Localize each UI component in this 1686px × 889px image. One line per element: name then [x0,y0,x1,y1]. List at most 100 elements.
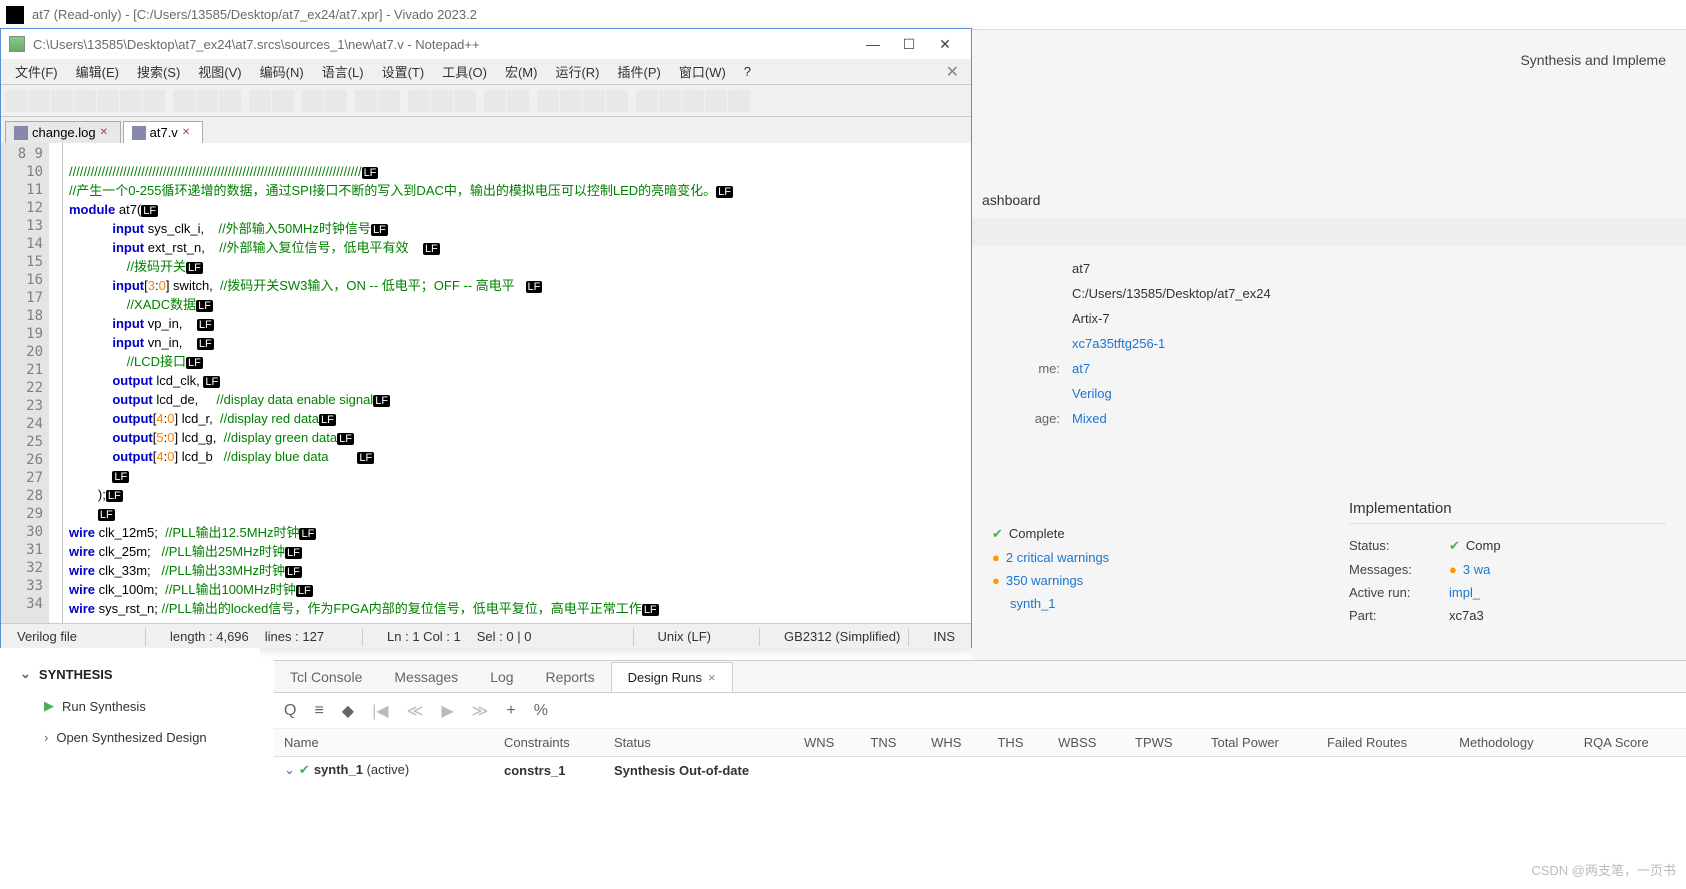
menu-window[interactable]: 窗口(W) [671,60,734,83]
target-lang[interactable]: Verilog [1072,386,1112,401]
menu-help[interactable]: ? [736,62,759,81]
record-icon[interactable] [636,90,658,112]
code-area[interactable]: ////////////////////////////////////////… [49,143,971,623]
check-icon: ✔ [1449,538,1460,554]
col-rqa[interactable]: RQA Score [1574,729,1686,757]
dashboard-label: ashboard [972,188,1686,212]
zoomin-icon[interactable] [355,90,377,112]
find-icon[interactable] [302,90,324,112]
menu-run[interactable]: 运行(R) [547,60,607,83]
search-icon[interactable]: Q [284,702,296,720]
minimize-button[interactable]: — [855,32,891,56]
table-row[interactable]: ⌄✔synth_1 (active) constrs_1 Synthesis O… [274,757,1686,784]
first-icon[interactable]: |◀ [372,701,388,721]
save-icon[interactable] [51,90,73,112]
impl-msg[interactable]: 3 wa [1463,562,1490,577]
menu-view[interactable]: 视图(V) [190,60,249,83]
synth-warn[interactable]: 350 warnings [1006,573,1083,588]
tab-close-icon[interactable]: ✕ [100,127,112,139]
percent-icon[interactable]: % [534,702,548,720]
add-icon[interactable]: + [506,702,515,720]
menu-language[interactable]: 语言(L) [314,60,372,83]
col-meth[interactable]: Methodology [1449,729,1574,757]
tab-close-icon[interactable]: × [708,670,716,685]
menu-encoding[interactable]: 编码(N) [252,60,312,83]
sim-lang[interactable]: Mixed [1072,411,1107,426]
showall-icon[interactable] [484,90,506,112]
tab-design-runs[interactable]: Design Runs× [611,662,733,692]
menu-file[interactable]: 文件(F) [7,60,66,83]
tab-at7v[interactable]: at7.v✕ [123,121,203,143]
menu-search[interactable]: 搜索(S) [129,60,188,83]
tab-changelog[interactable]: change.log✕ [5,121,121,143]
top-module[interactable]: at7 [1072,361,1090,376]
new-icon[interactable] [5,90,27,112]
col-failed[interactable]: Failed Routes [1317,729,1449,757]
playm-icon[interactable] [705,90,727,112]
paste-icon[interactable] [219,90,241,112]
menu-plugins[interactable]: 插件(P) [610,60,669,83]
close-button[interactable]: ✕ [927,32,963,56]
play-icon[interactable]: ▶ [441,701,453,721]
func-icon[interactable] [537,90,559,112]
stop-icon[interactable] [659,90,681,112]
sync-v-icon[interactable] [408,90,430,112]
col-ths[interactable]: THS [987,729,1048,757]
tab-log[interactable]: Log [474,663,529,691]
col-constraints[interactable]: Constraints [494,729,604,757]
zoomout-icon[interactable] [378,90,400,112]
synth-run[interactable]: synth_1 [1010,596,1056,611]
code-editor[interactable]: 8 9 10 11 12 13 14 15 16 17 18 19 20 21 … [1,143,971,623]
closeall-icon[interactable] [120,90,142,112]
menu-edit[interactable]: 编辑(E) [68,60,127,83]
menubar-close-icon[interactable]: ✕ [940,62,965,82]
expand-icon[interactable]: ◆ [342,701,354,721]
tab-reports[interactable]: Reports [530,663,611,691]
next-icon[interactable]: ≫ [472,701,489,721]
tab-tcl[interactable]: Tcl Console [274,663,378,691]
impl-run[interactable]: impl_ [1449,585,1480,600]
menu-tools[interactable]: 工具(O) [434,60,495,83]
monitor-icon[interactable] [606,90,628,112]
col-whs[interactable]: WHS [921,729,987,757]
tab-messages[interactable]: Messages [378,663,474,691]
copy-icon[interactable] [196,90,218,112]
col-tns[interactable]: TNS [860,729,921,757]
synth-status: Complete [1009,526,1065,542]
col-power[interactable]: Total Power [1201,729,1317,757]
menu-macro[interactable]: 宏(M) [497,60,546,83]
open-icon[interactable] [28,90,50,112]
undo-icon[interactable] [249,90,271,112]
close-icon[interactable] [97,90,119,112]
wrap-icon[interactable] [454,90,476,112]
cut-icon[interactable] [173,90,195,112]
col-status[interactable]: Status [604,729,794,757]
col-wns[interactable]: WNS [794,729,860,757]
sync-h-icon[interactable] [431,90,453,112]
nav-run-synthesis[interactable]: ▶Run Synthesis [20,690,240,722]
prev-icon[interactable]: ≪ [407,701,424,721]
menu-settings[interactable]: 设置(T) [374,60,433,83]
npp-title-bar[interactable]: C:\Users\13585\Desktop\at7_ex24\at7.srcs… [1,29,971,59]
doc-icon[interactable] [583,90,605,112]
play-icon[interactable] [682,90,704,112]
redo-icon[interactable] [272,90,294,112]
col-tpws[interactable]: TPWS [1125,729,1201,757]
col-wbss[interactable]: WBSS [1048,729,1125,757]
col-name[interactable]: Name [274,729,494,757]
synth-crit-warn[interactable]: 2 critical warnings [1006,550,1109,565]
save-macro-icon[interactable] [728,90,750,112]
tab-close-icon[interactable]: ✕ [182,127,194,139]
saveall-icon[interactable] [74,90,96,112]
indent-icon[interactable] [507,90,529,112]
device-part[interactable]: xc7a35tftg256-1 [1072,336,1165,351]
collapse-icon[interactable]: ≡ [314,702,323,720]
replace-icon[interactable] [325,90,347,112]
print-icon[interactable] [143,90,165,112]
design-runs-toolbar: Q ≡ ◆ |◀ ≪ ▶ ≫ + % [274,693,1686,729]
folder-icon[interactable] [560,90,582,112]
nav-synthesis[interactable]: ⌄SYNTHESIS [20,658,240,690]
maximize-button[interactable]: ☐ [891,32,927,56]
chevron-down-icon[interactable]: ⌄ [284,762,295,777]
nav-open-synth[interactable]: ›Open Synthesized Design [20,722,240,753]
